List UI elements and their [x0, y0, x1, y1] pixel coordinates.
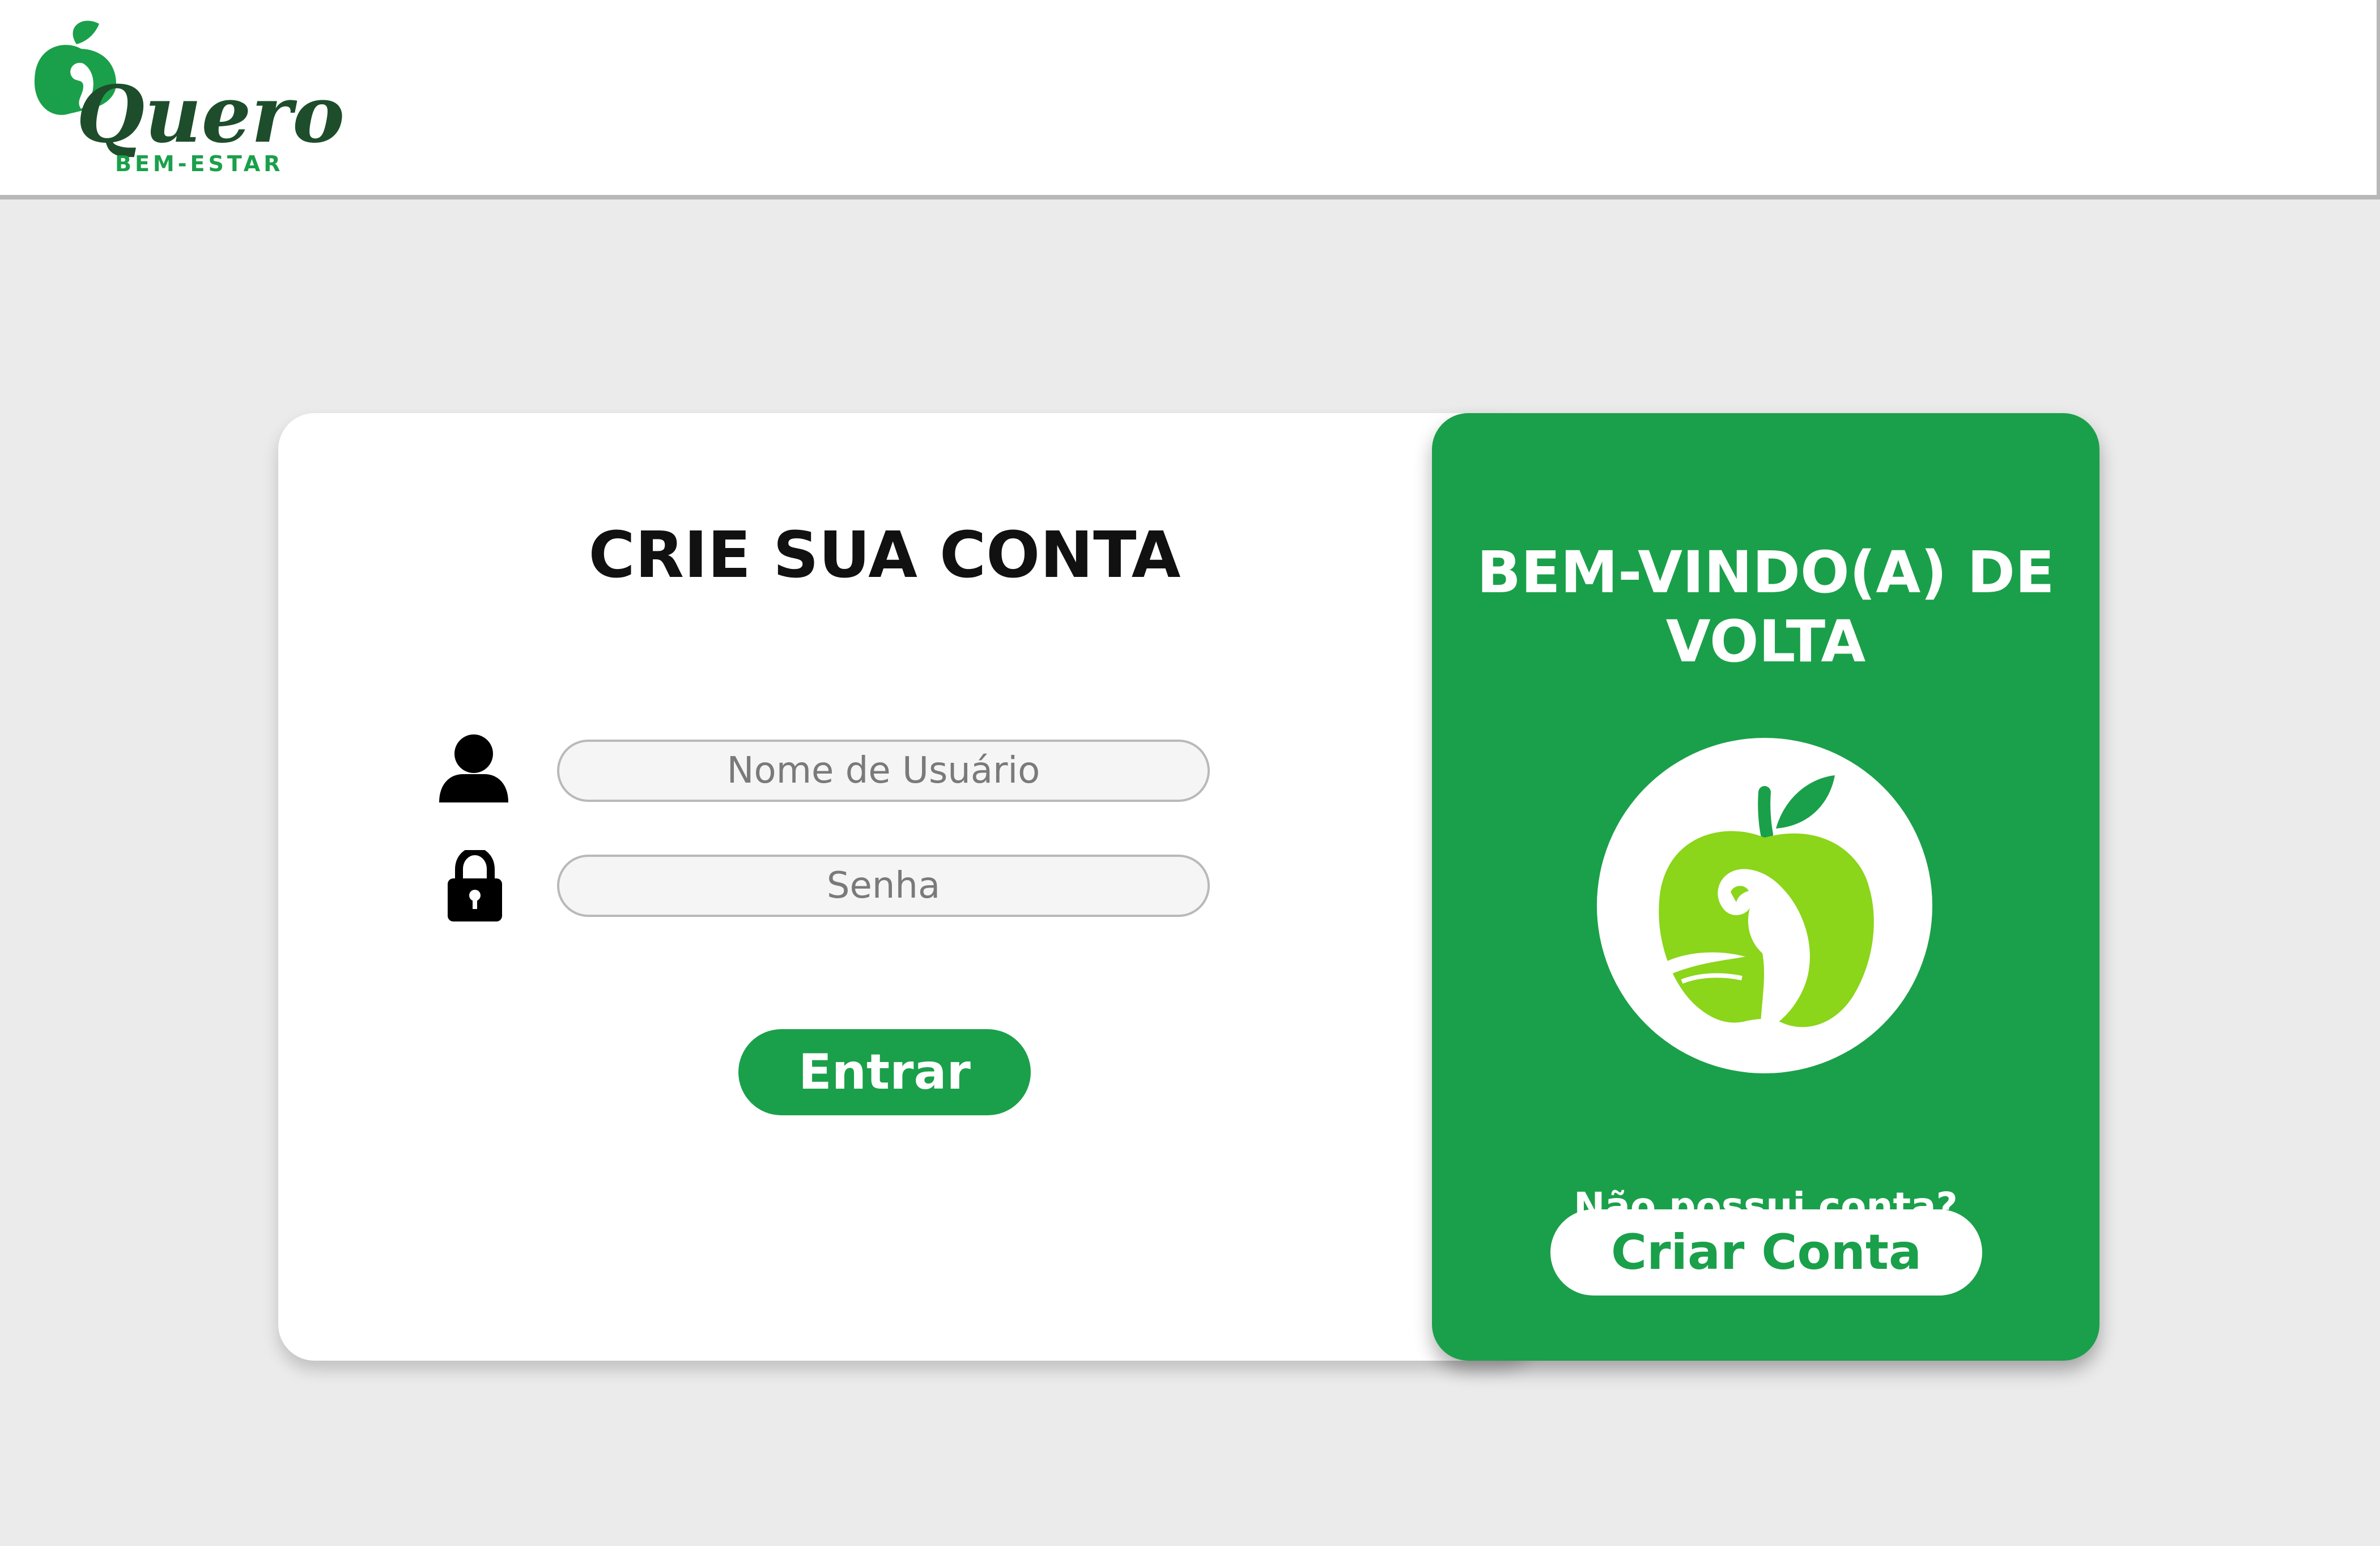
top-bar: Quero BEM-ESTAR: [0, 0, 2380, 199]
quero-bem-estar-logo[interactable]: Quero BEM-ESTAR: [31, 17, 345, 181]
create-account-button[interactable]: Criar Conta: [1550, 1209, 1982, 1296]
username-input[interactable]: [557, 740, 1210, 802]
apple-emblem: [1597, 738, 1932, 1073]
lock-icon: [448, 847, 502, 921]
svg-text:Quero: Quero: [76, 68, 345, 160]
login-title: CRIE SUA CONTA: [588, 519, 1181, 592]
welcome-title: BEM-VINDO(A) DE VOLTA: [1477, 539, 2055, 676]
password-input[interactable]: [557, 855, 1210, 917]
apple-muscle-icon: [1659, 775, 1874, 1033]
logo-graphic: Quero BEM-ESTAR: [34, 20, 345, 176]
enter-button[interactable]: Entrar: [738, 1029, 1031, 1115]
svg-text:BEM-ESTAR: BEM-ESTAR: [115, 151, 283, 176]
user-icon: [439, 734, 508, 802]
